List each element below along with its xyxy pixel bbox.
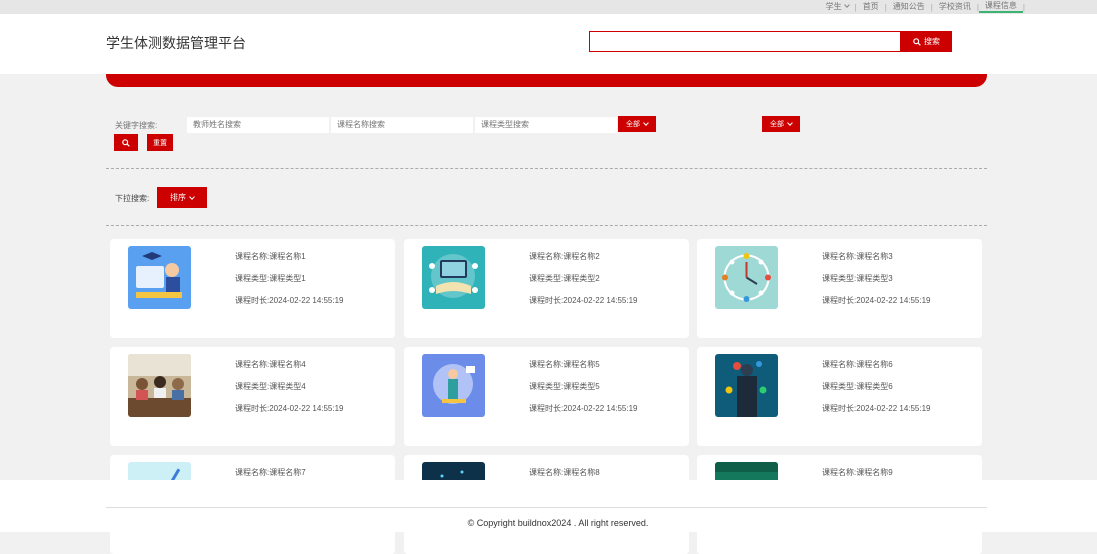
sort-dropdown-label: 排序 <box>170 193 186 202</box>
nav-separator: | <box>1022 2 1025 12</box>
course-duration: 课程时长:2024-02-22 14:55:19 <box>235 404 344 413</box>
chevron-down-icon <box>643 120 649 126</box>
site-title: 学生体测数据管理平台 <box>106 35 246 51</box>
teacher-name-input[interactable] <box>187 117 329 133</box>
nav-course[interactable]: 课程信息 <box>978 1 1023 13</box>
course-info: 课程名称:课程名称5 课程类型:课程类型5 课程时长:2024-02-22 14… <box>529 361 689 427</box>
course-name-input[interactable] <box>331 117 473 133</box>
copyright-text: © Copyright buildnox2024 . All right res… <box>467 518 649 528</box>
all-dropdown-1[interactable]: 全部 <box>618 116 656 132</box>
course-thumbnail <box>128 354 191 417</box>
course-info: 课程名称:课程名称4 课程类型:课程类型4 课程时长:2024-02-22 14… <box>235 361 395 427</box>
course-thumbnail <box>422 354 485 417</box>
user-menu-label: 学生 <box>825 2 842 11</box>
nav-news[interactable]: 学校资讯 <box>933 2 977 12</box>
course-type: 课程类型:课程类型4 <box>235 382 306 391</box>
course-card[interactable]: 课程名称:课程名称6 课程类型:课程类型6 课程时长:2024-02-22 14… <box>697 347 982 446</box>
chevron-down-icon <box>189 193 195 200</box>
all-dropdown-2[interactable]: 全部 <box>762 116 800 132</box>
course-name: 课程名称:课程名称2 <box>529 252 600 261</box>
course-info: 课程名称:课程名称1 课程类型:课程类型1 课程时长:2024-02-22 14… <box>235 253 395 319</box>
course-card[interactable]: 课程名称:课程名称2 课程类型:课程类型2 课程时长:2024-02-22 14… <box>404 239 689 338</box>
chevron-down-icon <box>843 2 850 8</box>
course-type-input[interactable] <box>475 117 617 133</box>
search-icon <box>122 138 130 147</box>
search-button[interactable]: 搜索 <box>901 31 952 52</box>
course-info: 课程名称:课程名称6 课程类型:课程类型6 课程时长:2024-02-22 14… <box>822 361 982 427</box>
course-duration: 课程时长:2024-02-22 14:55:19 <box>235 296 344 305</box>
course-type: 课程类型:课程类型1 <box>235 274 306 283</box>
footer-divider <box>106 507 987 508</box>
course-name: 课程名称:课程名称5 <box>529 360 600 369</box>
all-dropdown-2-label: 全部 <box>770 121 784 128</box>
reset-button[interactable]: 重置 <box>147 134 173 151</box>
dropdown-search-label: 下拉搜索: <box>115 194 150 203</box>
course-duration: 课程时长:2024-02-22 14:55:19 <box>529 404 638 413</box>
nav-notice[interactable]: 通知公告 <box>887 2 931 12</box>
course-card[interactable]: 课程名称:课程名称4 课程类型:课程类型4 课程时长:2024-02-22 14… <box>110 347 395 446</box>
course-thumbnail <box>128 246 191 309</box>
course-name: 课程名称:课程名称1 <box>235 252 306 261</box>
top-bar: 学生 | 首页 | 通知公告 | 学校资讯 | 课程信息 | <box>0 0 1097 14</box>
all-dropdown-1-label: 全部 <box>626 121 640 128</box>
top-nav: 学生 | 首页 | 通知公告 | 学校资讯 | 课程信息 | <box>820 1 1025 13</box>
course-thumbnail <box>715 246 778 309</box>
course-duration: 课程时长:2024-02-22 14:55:19 <box>529 296 638 305</box>
course-info: 课程名称:课程名称2 课程类型:课程类型2 课程时长:2024-02-22 14… <box>529 253 689 319</box>
course-type: 课程类型:课程类型3 <box>822 274 893 283</box>
course-thumbnail <box>422 246 485 309</box>
search-icon <box>913 37 921 46</box>
chevron-down-icon <box>787 120 793 126</box>
filter-search-button[interactable] <box>114 134 138 151</box>
search-input[interactable] <box>589 31 901 52</box>
divider <box>106 168 987 169</box>
course-card[interactable]: 课程名称:课程名称5 课程类型:课程类型5 课程时长:2024-02-22 14… <box>404 347 689 446</box>
header: 学生体测数据管理平台 搜索 <box>0 14 1097 74</box>
course-type: 课程类型:课程类型6 <box>822 382 893 391</box>
course-name: 课程名称:课程名称3 <box>822 252 893 261</box>
course-type: 课程类型:课程类型2 <box>529 274 600 283</box>
course-info: 课程名称:课程名称3 课程类型:课程类型3 课程时长:2024-02-22 14… <box>822 253 982 319</box>
course-name: 课程名称:课程名称6 <box>822 360 893 369</box>
search-button-label: 搜索 <box>924 37 940 46</box>
keyword-search-label: 关键字搜索: <box>115 121 158 130</box>
banner-strip <box>106 74 987 87</box>
nav-home[interactable]: 首页 <box>857 2 885 12</box>
user-menu[interactable]: 学生 <box>820 2 855 12</box>
course-card[interactable]: 课程名称:课程名称3 课程类型:课程类型3 课程时长:2024-02-22 14… <box>697 239 982 338</box>
sort-dropdown[interactable]: 排序 <box>157 187 207 208</box>
course-duration: 课程时长:2024-02-22 14:55:19 <box>822 296 931 305</box>
divider <box>106 225 987 226</box>
course-type: 课程类型:课程类型5 <box>529 382 600 391</box>
course-duration: 课程时长:2024-02-22 14:55:19 <box>822 404 931 413</box>
course-name: 课程名称:课程名称4 <box>235 360 306 369</box>
course-thumbnail <box>715 354 778 417</box>
course-card[interactable]: 课程名称:课程名称1 课程类型:课程类型1 课程时长:2024-02-22 14… <box>110 239 395 338</box>
